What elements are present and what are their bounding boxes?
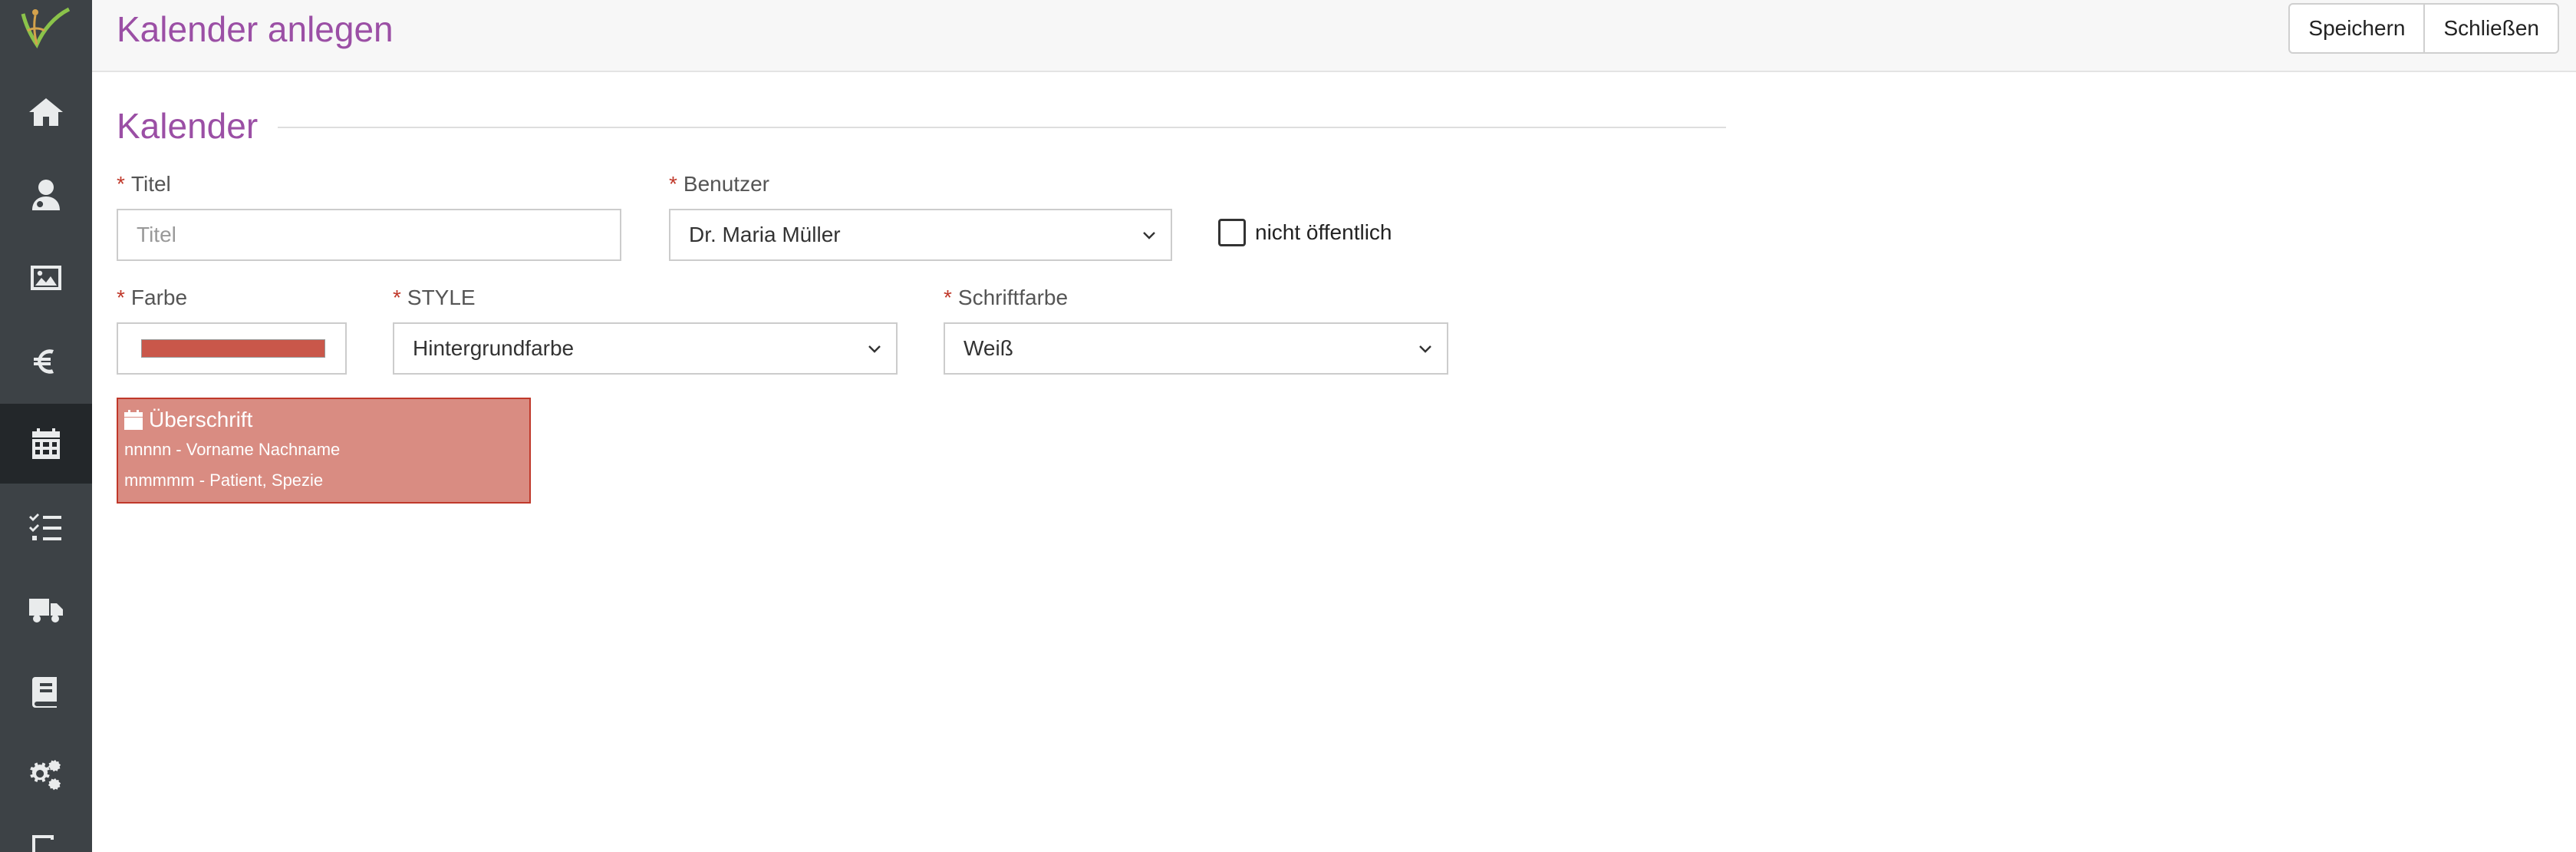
page-title: Kalender anlegen	[117, 9, 394, 49]
sidebar	[0, 0, 92, 852]
export-icon	[32, 835, 54, 852]
chevron-down-icon	[868, 345, 881, 353]
event-preview: Überschrift nnnnn - Vorname Nachname mmm…	[117, 398, 531, 504]
required-marker: *	[117, 286, 125, 309]
sidebar-item-images[interactable]	[0, 238, 92, 318]
calendar-icon	[32, 428, 60, 459]
save-button[interactable]: Speichern	[2288, 3, 2426, 54]
image-icon	[31, 266, 61, 290]
user-label-text: Benutzer	[683, 172, 769, 196]
chevron-down-icon	[1143, 232, 1155, 239]
style-select-value: Hintergrundfarbe	[413, 336, 575, 360]
sidebar-item-users[interactable]	[0, 155, 92, 235]
title-label: * Titel	[117, 171, 171, 197]
font-color-label-text: Schriftfarbe	[957, 286, 1069, 309]
color-picker[interactable]	[117, 322, 347, 375]
sidebar-item-settings[interactable]	[0, 735, 92, 815]
chevron-down-icon	[1419, 345, 1431, 353]
user-label: * Benutzer	[669, 171, 769, 197]
app-logo[interactable]	[0, 0, 92, 60]
preview-heading-text: Überschrift	[149, 408, 253, 431]
private-checkbox[interactable]	[1218, 219, 1246, 246]
color-swatch	[141, 339, 325, 358]
user-doctor-icon	[32, 180, 60, 210]
style-label: * STYLE	[393, 285, 476, 311]
required-marker: *	[669, 172, 677, 196]
truck-icon	[29, 599, 63, 622]
required-marker: *	[117, 172, 125, 196]
page-header: Kalender anlegen Speichern Schließen	[92, 0, 2576, 72]
book-icon	[32, 677, 57, 708]
style-label-text: STYLE	[407, 286, 476, 309]
section-title: Kalender	[117, 106, 259, 146]
sidebar-item-delivery[interactable]	[0, 570, 92, 649]
sidebar-item-home[interactable]	[0, 72, 92, 152]
task-list-icon	[29, 514, 61, 540]
sidebar-item-book[interactable]	[0, 652, 92, 732]
sidebar-item-finance[interactable]	[0, 321, 92, 401]
sidebar-item-tasks[interactable]	[0, 487, 92, 566]
font-color-select[interactable]: Weiß	[944, 322, 1448, 375]
color-label: * Farbe	[117, 285, 187, 311]
settings-gears-icon	[30, 760, 61, 791]
preview-line-2: mmmmm - Patient, Spezie	[124, 471, 324, 490]
close-button[interactable]: Schließen	[2425, 3, 2559, 54]
euro-icon	[34, 349, 54, 374]
preview-line-1: nnnnn - Vorname Nachname	[124, 440, 341, 459]
user-select[interactable]: Dr. Maria Müller	[669, 209, 1172, 261]
section-divider	[278, 127, 1726, 128]
sidebar-item-export[interactable]	[0, 818, 92, 852]
font-color-label: * Schriftfarbe	[944, 285, 1068, 311]
home-icon	[29, 98, 63, 126]
app-root: Kalender anlegen Speichern Schließen Kal…	[0, 0, 2576, 852]
title-label-text: Titel	[130, 172, 171, 196]
user-select-value: Dr. Maria Müller	[689, 223, 841, 246]
private-checkbox-label[interactable]: nicht öffentlich	[1255, 220, 1392, 246]
style-select[interactable]: Hintergrundfarbe	[393, 322, 898, 375]
preview-heading: Überschrift	[124, 407, 252, 433]
font-color-select-value: Weiß	[964, 336, 1013, 360]
required-marker: *	[944, 286, 952, 309]
sidebar-item-calendar[interactable]	[0, 404, 92, 484]
color-label-text: Farbe	[130, 286, 188, 309]
header-actions: Speichern Schließen	[2288, 3, 2559, 54]
calendar-icon	[124, 410, 143, 430]
title-input[interactable]	[117, 209, 621, 261]
required-marker: *	[393, 286, 401, 309]
